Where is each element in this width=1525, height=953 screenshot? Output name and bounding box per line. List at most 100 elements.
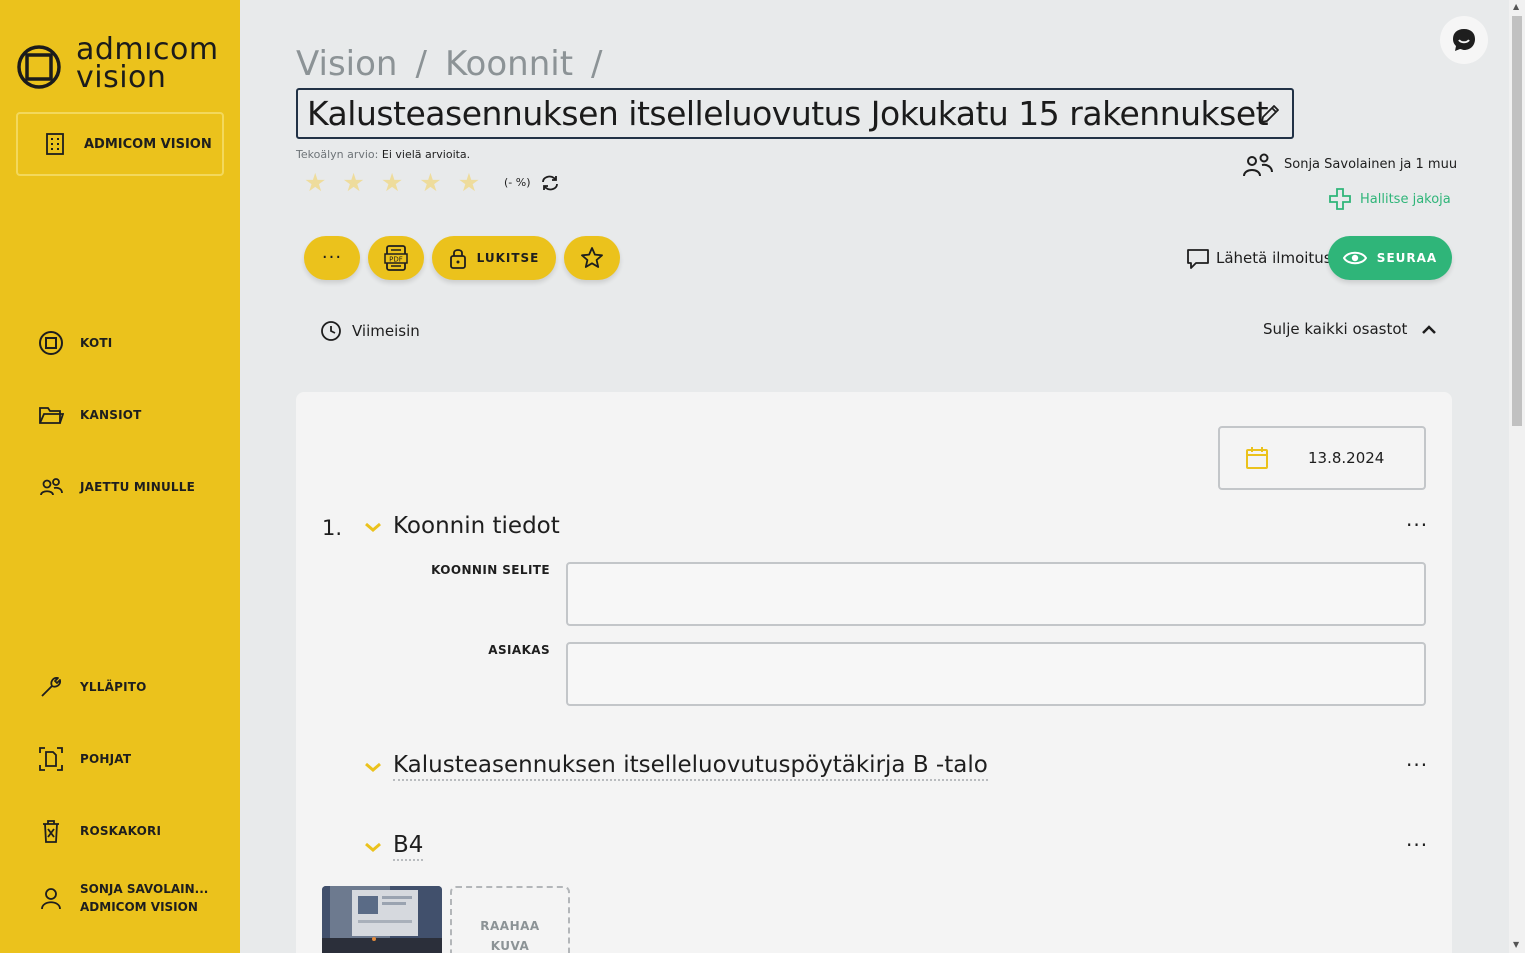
chevron-down-icon[interactable] bbox=[364, 520, 382, 534]
date-value: 13.8.2024 bbox=[1308, 449, 1385, 467]
lock-label: LUKITSE bbox=[476, 251, 540, 265]
organization-button[interactable]: ADMICOM VISION bbox=[16, 112, 224, 176]
user-organization: ADMICOM VISION bbox=[80, 900, 198, 914]
lock-button[interactable]: LUKITSE bbox=[432, 236, 556, 280]
page-scrollbar[interactable]: ▲ ▼ bbox=[1509, 0, 1525, 953]
date-field[interactable]: 13.8.2024 bbox=[1218, 426, 1426, 490]
description-field[interactable] bbox=[566, 562, 1426, 626]
manage-sharing-link[interactable]: Hallitse jakoja bbox=[1328, 187, 1451, 211]
chevron-up-icon bbox=[1422, 325, 1437, 334]
section-menu-icon[interactable]: ··· bbox=[1406, 515, 1428, 535]
sidebar: admıcom vision ADMICOM VISION KOTI KANSI… bbox=[0, 0, 240, 953]
lock-icon bbox=[449, 249, 466, 269]
sidebar-item-templates[interactable]: POHJAT bbox=[38, 744, 131, 774]
section-title[interactable]: Koonnin tiedot bbox=[393, 513, 560, 539]
sidebar-item-label: ROSKAKORI bbox=[80, 824, 162, 838]
sidebar-item-trash[interactable]: ROSKAKORI bbox=[38, 816, 161, 846]
eye-icon bbox=[1342, 251, 1367, 265]
section-title[interactable]: B4 bbox=[393, 832, 424, 861]
chevron-down-icon[interactable] bbox=[364, 760, 382, 774]
logo-text-line2: vision bbox=[76, 60, 167, 95]
section-menu-icon[interactable]: ··· bbox=[1406, 755, 1428, 775]
sidebar-item-label: POHJAT bbox=[80, 752, 132, 766]
user-name: SONJA SAVOLAIN... bbox=[80, 882, 209, 896]
chat-icon bbox=[1453, 29, 1475, 51]
logo-mark-icon bbox=[17, 45, 61, 89]
send-notification-label: Lähetä ilmoitus bbox=[1216, 249, 1332, 267]
user-icon bbox=[41, 888, 61, 910]
scroll-down-arrow-icon[interactable]: ▼ bbox=[1513, 940, 1519, 949]
page-title: Kalusteasennuksen itselleluovutus Jokuka… bbox=[307, 94, 1269, 133]
trash-icon bbox=[43, 820, 59, 843]
page-title-field[interactable]: Kalusteasennuksen itselleluovutus Jokuka… bbox=[296, 88, 1294, 139]
sidebar-item-home[interactable]: KOTI bbox=[38, 328, 112, 358]
shared-users-label: Sonja Savolainen ja 1 muu bbox=[1284, 156, 1458, 172]
drop-zone-line2: KUVA bbox=[490, 939, 530, 953]
refresh-icon[interactable] bbox=[540, 173, 560, 193]
collapse-all-button[interactable]: Sulje kaikki osastot bbox=[1263, 320, 1437, 338]
collapse-all-label: Sulje kaikki osastot bbox=[1263, 320, 1408, 338]
breadcrumb-separator: / bbox=[591, 44, 603, 84]
send-notification-button[interactable]: Lähetä ilmoitus bbox=[1186, 246, 1332, 270]
pdf-icon: PDF bbox=[384, 245, 408, 271]
field-label-description: KOONNIN SELITE bbox=[431, 563, 550, 577]
manage-sharing-label: Hallitse jakoja bbox=[1360, 191, 1451, 207]
rating-stars: ★ ★ ★ ★ ★ bbox=[304, 170, 480, 196]
more-horizontal-icon: ··· bbox=[321, 247, 343, 268]
organization-label: ADMICOM VISION bbox=[84, 136, 212, 152]
section-title[interactable]: Kalusteasennuksen itselleluovutuspöytäki… bbox=[393, 752, 988, 781]
ai-rating-label: Tekoälyn arvio: bbox=[296, 148, 379, 161]
photo-thumbnail[interactable] bbox=[322, 886, 442, 953]
chevron-down-icon[interactable] bbox=[364, 840, 382, 854]
favorite-button[interactable] bbox=[564, 236, 620, 280]
chat-button[interactable] bbox=[1440, 16, 1488, 64]
pencil-icon[interactable] bbox=[1258, 102, 1282, 126]
sidebar-item-folders[interactable]: KANSIOT bbox=[38, 400, 142, 430]
building-icon bbox=[46, 133, 64, 155]
star-icon: ★ bbox=[380, 168, 404, 197]
star-icon: ★ bbox=[342, 168, 365, 197]
field-label-customer: ASIAKAS bbox=[488, 643, 550, 657]
plus-icon bbox=[1329, 188, 1351, 210]
folder-icon bbox=[39, 407, 64, 424]
calendar-icon bbox=[1246, 447, 1268, 469]
users-icon bbox=[40, 478, 63, 496]
image-drop-zone[interactable]: RAAHAA KUVA bbox=[450, 886, 570, 953]
follow-button[interactable]: SEURAA bbox=[1328, 236, 1452, 280]
users-icon bbox=[1243, 153, 1273, 177]
latest-button[interactable]: Viimeisin bbox=[320, 320, 420, 342]
star-icon: ★ bbox=[457, 168, 481, 197]
star-outline-icon bbox=[581, 247, 603, 268]
scroll-up-arrow-icon[interactable]: ▲ bbox=[1513, 2, 1519, 11]
sidebar-item-shared-with-me[interactable]: JAETTU MINULLE bbox=[38, 472, 195, 502]
clock-icon bbox=[321, 321, 341, 341]
speech-bubble-icon bbox=[1187, 249, 1209, 269]
star-icon: ★ bbox=[419, 168, 442, 197]
breadcrumb-vision-link[interactable]: Vision bbox=[296, 44, 397, 84]
breadcrumb-separator: / bbox=[415, 44, 427, 84]
pdf-button[interactable]: PDF bbox=[368, 236, 424, 280]
sidebar-item-label: YLLÄPITO bbox=[80, 680, 147, 694]
ai-rating-text: Tekoälyn arvio: Ei vielä arvioita. bbox=[296, 148, 470, 161]
breadcrumb: Vision / Koonnit / bbox=[296, 44, 603, 84]
shared-users[interactable]: Sonja Savolainen ja 1 muu bbox=[1242, 150, 1457, 178]
sidebar-item-maintenance[interactable]: YLLÄPITO bbox=[38, 672, 147, 702]
drop-zone-line1: RAAHAA bbox=[480, 919, 540, 933]
latest-label: Viimeisin bbox=[352, 322, 420, 340]
section-menu-icon[interactable]: ··· bbox=[1406, 835, 1428, 855]
admicom-vision-logo[interactable]: admıcom vision bbox=[16, 35, 231, 96]
follow-label: SEURAA bbox=[1376, 251, 1438, 265]
section-number: 1. bbox=[322, 516, 343, 540]
ai-rating-value: Ei vielä arvioita. bbox=[381, 148, 471, 161]
scrollbar-thumb[interactable] bbox=[1512, 16, 1522, 426]
customer-field[interactable] bbox=[566, 642, 1426, 706]
sidebar-item-label: JAETTU MINULLE bbox=[80, 480, 196, 494]
pdf-icon-text: PDF bbox=[389, 256, 403, 264]
sidebar-item-label: KANSIOT bbox=[80, 408, 142, 422]
breadcrumb-koonnit-link[interactable]: Koonnit bbox=[445, 44, 573, 84]
more-actions-button[interactable]: ··· bbox=[304, 236, 360, 280]
sidebar-user-profile[interactable]: SONJA SAVOLAIN... ADMICOM VISION bbox=[38, 882, 208, 914]
home-logo-icon bbox=[39, 331, 63, 355]
rating-percent: (- %) bbox=[504, 176, 531, 189]
sidebar-item-label: KOTI bbox=[80, 336, 113, 350]
